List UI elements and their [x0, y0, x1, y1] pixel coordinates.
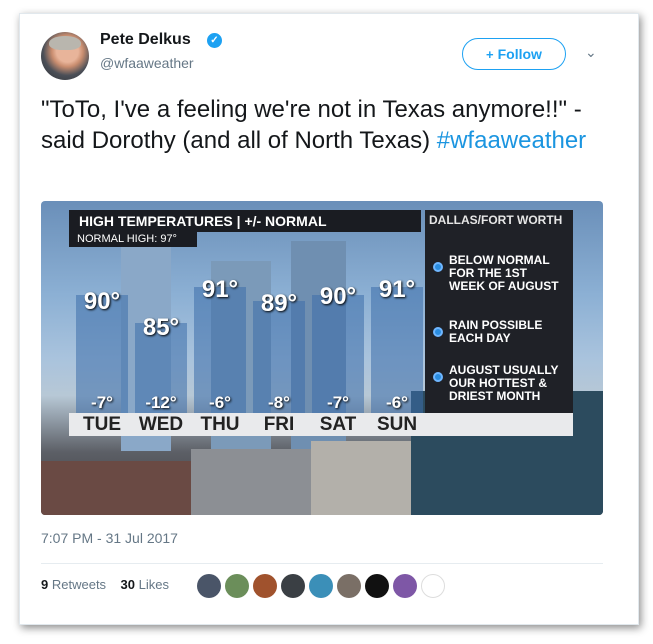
- liker-avatar[interactable]: [421, 574, 445, 598]
- author-name[interactable]: Pete Delkus: [100, 31, 191, 49]
- diff-value: -7°: [327, 393, 349, 412]
- avatar-hair: [49, 36, 81, 50]
- divider: [41, 563, 603, 564]
- day-label: WED: [138, 414, 184, 435]
- temp-value: 89°: [260, 290, 298, 317]
- tweet-text: "ToTo, I've a feeling we're not in Texas…: [41, 94, 611, 156]
- temp-value: 85°: [142, 314, 180, 341]
- retweets-label[interactable]: Retweets: [52, 577, 106, 592]
- note-item: RAIN POSSIBLE EACH DAY: [433, 319, 553, 345]
- day-label: SAT: [319, 414, 357, 435]
- graphic-title: HIGH TEMPERATURES | +/- NORMAL: [69, 210, 421, 232]
- building: [311, 441, 411, 515]
- tweet-stats: 9 Retweets 30 Likes: [41, 577, 169, 592]
- tweet-timestamp[interactable]: 7:07 PM - 31 Jul 2017: [41, 530, 178, 546]
- liker-avatar[interactable]: [393, 574, 417, 598]
- add-person-icon: +: [486, 46, 494, 62]
- note-item: AUGUST USUALLY OUR HOTTEST & DRIEST MONT…: [433, 364, 568, 403]
- avatar[interactable]: [41, 32, 89, 80]
- note-item: BELOW NORMAL FOR THE 1ST WEEK OF AUGUST: [433, 254, 565, 293]
- note-text: AUGUST USUALLY OUR HOTTEST & DRIEST MONT…: [449, 363, 559, 403]
- liker-avatar[interactable]: [197, 574, 221, 598]
- building: [191, 449, 311, 515]
- diff-value: -12°: [145, 393, 177, 412]
- day-label: TUE: [83, 414, 121, 435]
- liker-avatar[interactable]: [309, 574, 333, 598]
- temp-value: 90°: [83, 288, 121, 315]
- follow-label: Follow: [497, 46, 542, 62]
- diff-value: -8°: [268, 393, 290, 412]
- chevron-down-icon[interactable]: ⌄: [585, 44, 597, 61]
- temp-value: 91°: [201, 276, 239, 303]
- bullet-icon: [433, 327, 443, 337]
- temp-value: 90°: [319, 283, 357, 310]
- diff-value: -6°: [386, 393, 408, 412]
- graphic-location: DALLAS/FORT WORTH: [429, 213, 563, 227]
- verified-badge-icon: ✓: [207, 33, 222, 48]
- hashtag-link[interactable]: #wfaaweather: [437, 127, 586, 154]
- graphic-subtitle: NORMAL HIGH: 97°: [69, 231, 197, 247]
- bullet-icon: [433, 372, 443, 382]
- tweet-media-image[interactable]: HIGH TEMPERATURES | +/- NORMAL NORMAL HI…: [41, 201, 603, 515]
- liker-avatar[interactable]: [337, 574, 361, 598]
- retweets-count[interactable]: 9: [41, 577, 48, 592]
- diff-value: -7°: [91, 393, 113, 412]
- follow-button[interactable]: + Follow: [462, 38, 566, 70]
- likes-count[interactable]: 30: [121, 577, 135, 592]
- bullet-icon: [433, 262, 443, 272]
- liker-avatar[interactable]: [225, 574, 249, 598]
- liker-avatar[interactable]: [365, 574, 389, 598]
- tweet-card: Pete Delkus ✓ @wfaaweather + Follow ⌄ "T…: [19, 13, 639, 625]
- day-label: SUN: [376, 414, 418, 435]
- day-label: THU: [200, 414, 240, 435]
- temp-value: 91°: [378, 276, 416, 303]
- building: [41, 461, 191, 515]
- likes-label[interactable]: Likes: [139, 577, 169, 592]
- note-text: BELOW NORMAL FOR THE 1ST WEEK OF AUGUST: [449, 253, 559, 293]
- author-handle[interactable]: @wfaaweather: [100, 55, 194, 71]
- liker-avatar[interactable]: [253, 574, 277, 598]
- diff-value: -6°: [209, 393, 231, 412]
- liker-avatar[interactable]: [281, 574, 305, 598]
- note-text: RAIN POSSIBLE EACH DAY: [449, 318, 543, 345]
- day-label: FRI: [263, 414, 295, 435]
